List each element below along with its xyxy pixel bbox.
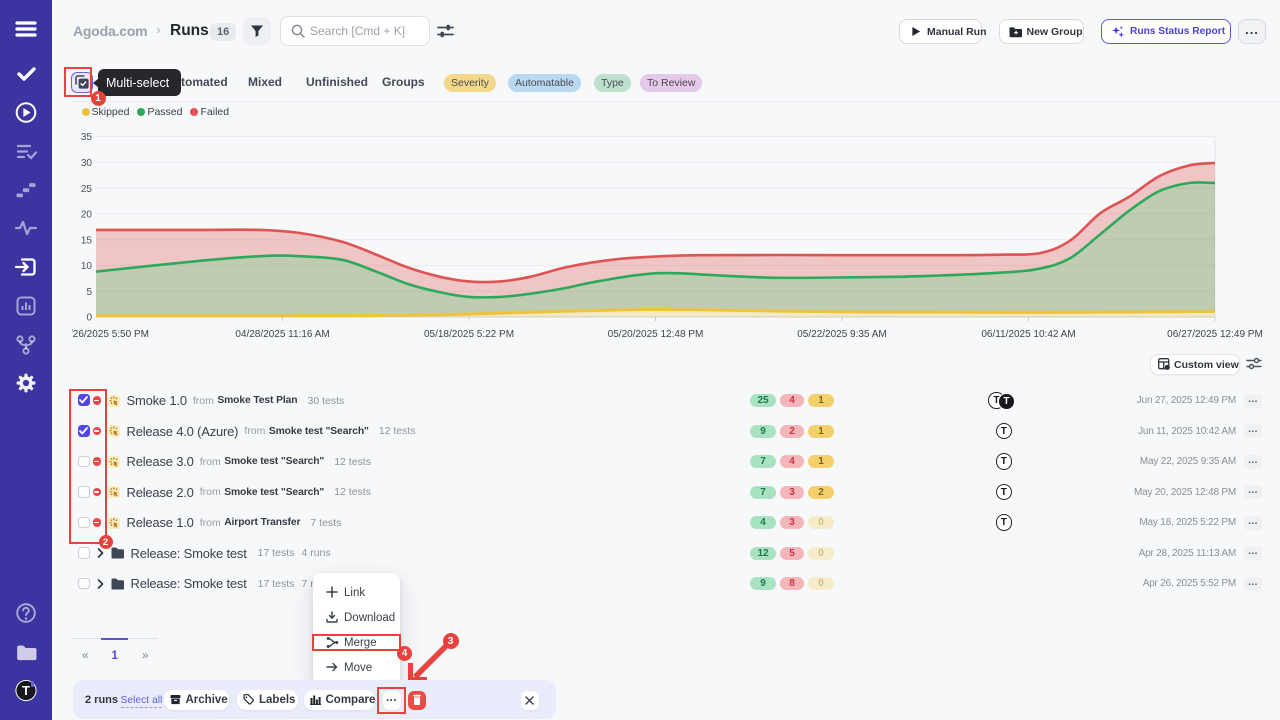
svg-text:20: 20 (81, 210, 93, 221)
svg-text:0: 0 (86, 313, 92, 324)
svg-text:T: T (22, 683, 30, 698)
svg-text:05/18/2025 5:22 PM: 05/18/2025 5:22 PM (424, 329, 514, 340)
svg-text:30: 30 (81, 158, 93, 169)
svg-text:35: 35 (81, 132, 93, 143)
svg-text:15: 15 (81, 235, 93, 246)
svg-text:05/20/2025 12:48 PM: 05/20/2025 12:48 PM (608, 329, 704, 340)
svg-text:06/27/2025 12:49 PM: 06/27/2025 12:49 PM (1167, 329, 1263, 340)
svg-text:/26/2025 5:50 PM: /26/2025 5:50 PM (72, 329, 149, 340)
svg-text:5: 5 (86, 287, 92, 298)
svg-text:04/28/2025 11:16 AM: 04/28/2025 11:16 AM (235, 329, 329, 340)
svg-text:25: 25 (81, 184, 93, 195)
svg-text:06/11/2025 10:42 AM: 06/11/2025 10:42 AM (981, 329, 1075, 340)
svg-text:10: 10 (81, 261, 93, 272)
svg-text:05/22/2025 9:35 AM: 05/22/2025 9:35 AM (797, 329, 887, 340)
